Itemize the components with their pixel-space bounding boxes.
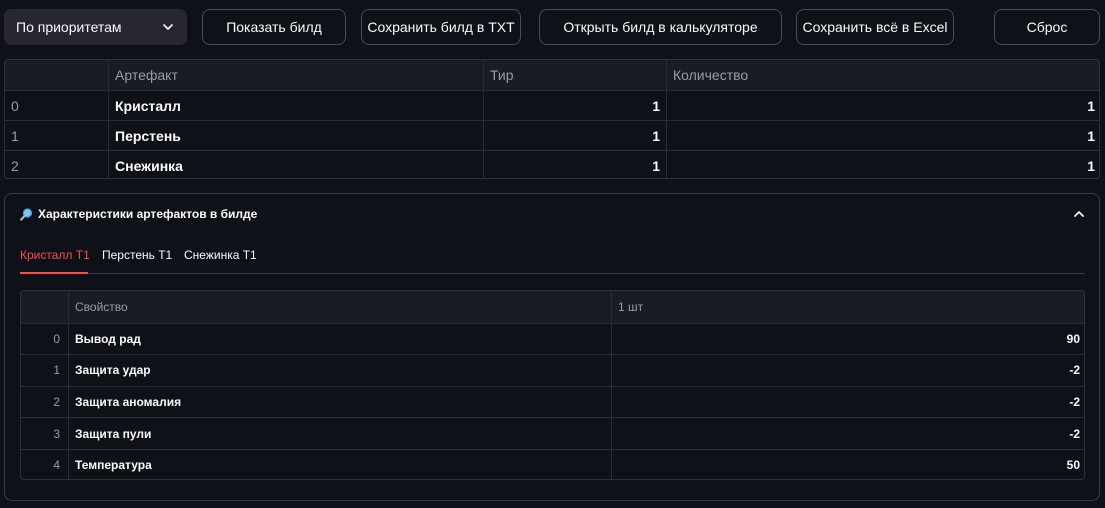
row-index: 0 — [53, 331, 60, 346]
magnifier-icon — [20, 207, 33, 221]
property-cell[interactable]: Защита удар — [68, 355, 611, 386]
table-row[interactable]: 3 Защита пули -2 — [21, 417, 1084, 449]
save-txt-button[interactable]: Сохранить билд в TXT — [361, 9, 521, 45]
expander-title: Характеристики артефактов в билде — [38, 207, 258, 221]
table-row[interactable]: 2 Защита аномалия -2 — [21, 385, 1084, 418]
artifact-cell[interactable]: Перстень — [108, 121, 483, 150]
value-cell[interactable]: 90 — [611, 323, 1084, 355]
table-row[interactable]: 1 Защита удар -2 — [21, 354, 1084, 386]
tab-crystal[interactable]: Кристалл T1 — [20, 248, 90, 262]
count-cell[interactable]: 1 — [666, 121, 1099, 150]
table-header-row: Свойство 1 шт — [21, 291, 1084, 323]
quantity-header[interactable]: 1 шт — [611, 291, 1084, 323]
table-row[interactable]: 1 Перстень 1 1 — [5, 120, 1099, 150]
row-index: 3 — [53, 426, 60, 441]
chevron-up-icon[interactable] — [1073, 209, 1085, 219]
table-row[interactable]: 2 Снежинка 1 1 — [5, 150, 1099, 178]
property-cell[interactable]: Температура — [68, 450, 611, 479]
count-header[interactable]: Количество — [666, 60, 1099, 90]
tier-cell[interactable]: 1 — [483, 91, 666, 120]
property-cell[interactable]: Защита пули — [68, 418, 611, 449]
value-cell[interactable]: 50 — [611, 450, 1084, 479]
value-cell[interactable]: -2 — [611, 355, 1084, 386]
table-row[interactable]: 0 Кристалл 1 1 — [5, 90, 1099, 120]
artifact-tabs: Кристалл T1 Перстень T1 Снежинка T1 — [20, 241, 1085, 274]
row-index: 1 — [11, 127, 19, 144]
property-cell[interactable]: Защита аномалия — [68, 386, 611, 418]
artifact-stats-expander: Характеристики артефактов в билде Криста… — [4, 193, 1100, 501]
count-cell[interactable]: 1 — [666, 91, 1099, 120]
row-index: 2 — [11, 157, 19, 174]
tier-cell[interactable]: 1 — [483, 121, 666, 150]
row-index: 4 — [53, 458, 60, 473]
index-header — [21, 291, 68, 323]
tab-ring[interactable]: Перстень T1 — [102, 248, 172, 262]
row-index: 2 — [53, 395, 60, 410]
index-header — [5, 60, 108, 90]
tier-cell[interactable]: 1 — [483, 151, 666, 178]
reset-button[interactable]: Сброс — [994, 9, 1100, 45]
table-header-row: Артефакт Тир Количество — [5, 60, 1099, 90]
tab-snowflake[interactable]: Снежинка T1 — [184, 248, 257, 262]
artifact-cell[interactable]: Снежинка — [108, 151, 483, 178]
artifact-header[interactable]: Артефакт — [108, 60, 483, 90]
row-index: 0 — [11, 97, 19, 114]
active-tab-indicator — [20, 272, 88, 274]
expander-header[interactable]: Характеристики артефактов в билде — [20, 207, 257, 221]
value-cell[interactable]: -2 — [611, 418, 1084, 449]
table-row[interactable]: 4 Температура 50 — [21, 449, 1084, 479]
table-row[interactable]: 0 Вывод рад 90 — [21, 322, 1084, 355]
open-calculator-button[interactable]: Открыть билд в калькуляторе — [539, 9, 782, 45]
app-root: По приоритетам Показать билд Сохранить б… — [0, 0, 1105, 508]
save-excel-button[interactable]: Сохранить всё в Excel — [796, 9, 954, 45]
value-cell[interactable]: -2 — [611, 386, 1084, 418]
sort-select-value: По приоритетам — [16, 19, 122, 35]
tier-header[interactable]: Тир — [483, 60, 666, 90]
build-table[interactable]: Артефакт Тир Количество 0 Кристалл 1 1 1… — [4, 59, 1100, 179]
show-build-button[interactable]: Показать билд — [202, 9, 346, 45]
chevron-down-icon — [163, 24, 173, 30]
count-cell[interactable]: 1 — [666, 151, 1099, 178]
row-index: 1 — [53, 363, 60, 378]
properties-table[interactable]: Свойство 1 шт 0 Вывод рад 90 1 Защита уд… — [20, 290, 1085, 480]
sort-select[interactable]: По приоритетам — [4, 9, 187, 45]
artifact-cell[interactable]: Кристалл — [108, 91, 483, 120]
property-header[interactable]: Свойство — [68, 291, 611, 323]
property-cell[interactable]: Вывод рад — [68, 323, 611, 355]
